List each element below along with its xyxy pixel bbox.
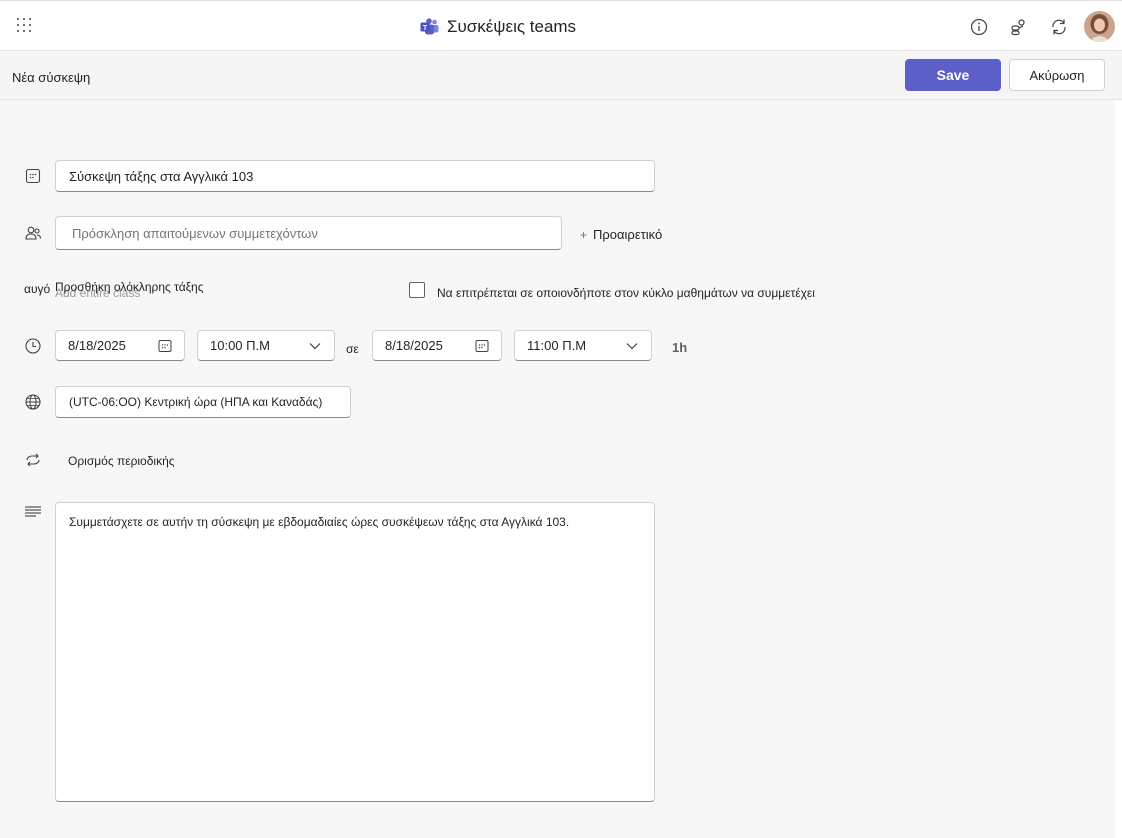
details-text: Συμμετάσχετε σε αυτήν τη σύσκεψη με εβδο… — [69, 515, 570, 529]
duration-label: 1h — [672, 340, 688, 355]
chevron-down-icon — [626, 343, 638, 350]
globe-icon — [25, 394, 41, 410]
calendar-icon — [475, 340, 489, 352]
waffle-icon[interactable] — [17, 18, 33, 34]
start-date-picker[interactable]: 8/18/2025 — [55, 330, 185, 361]
cancel-button[interactable]: Ακύρωση — [1009, 59, 1105, 91]
save-button[interactable]: Save — [905, 59, 1001, 91]
teams-logo-icon: T — [420, 18, 439, 35]
recurrence-dropdown[interactable]: Ορισμός περιοδικής — [68, 454, 175, 468]
optional-attendees-link[interactable]: + Προαιρετικό — [580, 227, 662, 242]
end-date-value: 8/18/2025 — [385, 338, 443, 353]
attendees-input[interactable] — [72, 225, 561, 241]
title-field[interactable] — [55, 160, 655, 192]
avatar[interactable] — [1084, 11, 1115, 42]
command-bar: Νέα σύσκεψη Save Ακύρωση — [0, 51, 1122, 100]
share-icon[interactable] — [1009, 17, 1029, 37]
refresh-icon[interactable] — [1049, 17, 1069, 37]
info-icon[interactable] — [969, 17, 989, 37]
start-time-value: 10:00 — [210, 338, 243, 353]
app-title: Συσκέψεις teams — [447, 17, 577, 36]
calendar-icon — [158, 340, 172, 352]
to-label: σε — [346, 342, 359, 356]
channel-label: αυγό — [24, 282, 51, 296]
end-date-picker[interactable]: 8/18/2025 — [372, 330, 502, 361]
people-icon — [25, 226, 42, 240]
timezone-dropdown[interactable]: (UTC-06:OO) Κεντρική ώρα (ΗΠΑ και Καναδά… — [55, 386, 351, 418]
text-lines-icon — [25, 506, 41, 517]
page-title: Νέα σύσκεψη — [12, 70, 91, 85]
optional-label: Προαιρετικό — [593, 227, 663, 242]
start-date-value: 8/18/2025 — [68, 338, 126, 353]
end-time-period: π.μ — [562, 338, 587, 353]
title-input[interactable] — [69, 168, 654, 184]
start-time-period: π.μ — [246, 338, 271, 353]
repeat-icon — [26, 453, 40, 467]
app-title-area: T Συσκέψεις teams — [420, 16, 576, 38]
scrollbar-track[interactable] — [1115, 100, 1122, 838]
allow-anyone-checkbox[interactable] — [409, 282, 425, 298]
clock-icon — [25, 338, 41, 354]
allow-anyone-label: Να επιτρέπεται σε οποιονδήποτε στον κύκλ… — [437, 286, 815, 300]
top-bar: T Συσκέψεις teams — [0, 0, 1122, 51]
end-time-dropdown[interactable]: 11:00 π.μ — [514, 330, 652, 361]
svg-text:T: T — [423, 25, 428, 32]
meeting-form: +Προαιρετικό αυγό Add entire class Προσθ… — [0, 100, 1115, 838]
chevron-down-icon — [309, 343, 321, 350]
timezone-value: (UTC-06:OO) Κεντρική ώρα (ΗΠΑ και Καναδά… — [69, 395, 323, 409]
calendar-icon — [25, 168, 41, 184]
details-textarea[interactable]: Συμμετάσχετε σε αυτήν τη σύσκεψη με εβδο… — [55, 502, 655, 802]
add-entire-class[interactable]: Προσθήκη ολόκληρης τάξης — [55, 280, 204, 294]
attendees-field[interactable] — [55, 216, 562, 250]
plus-icon: + — [580, 228, 588, 242]
end-time-value: 11:00 — [527, 338, 559, 353]
start-time-dropdown[interactable]: 10:00 π.μ — [197, 330, 335, 361]
